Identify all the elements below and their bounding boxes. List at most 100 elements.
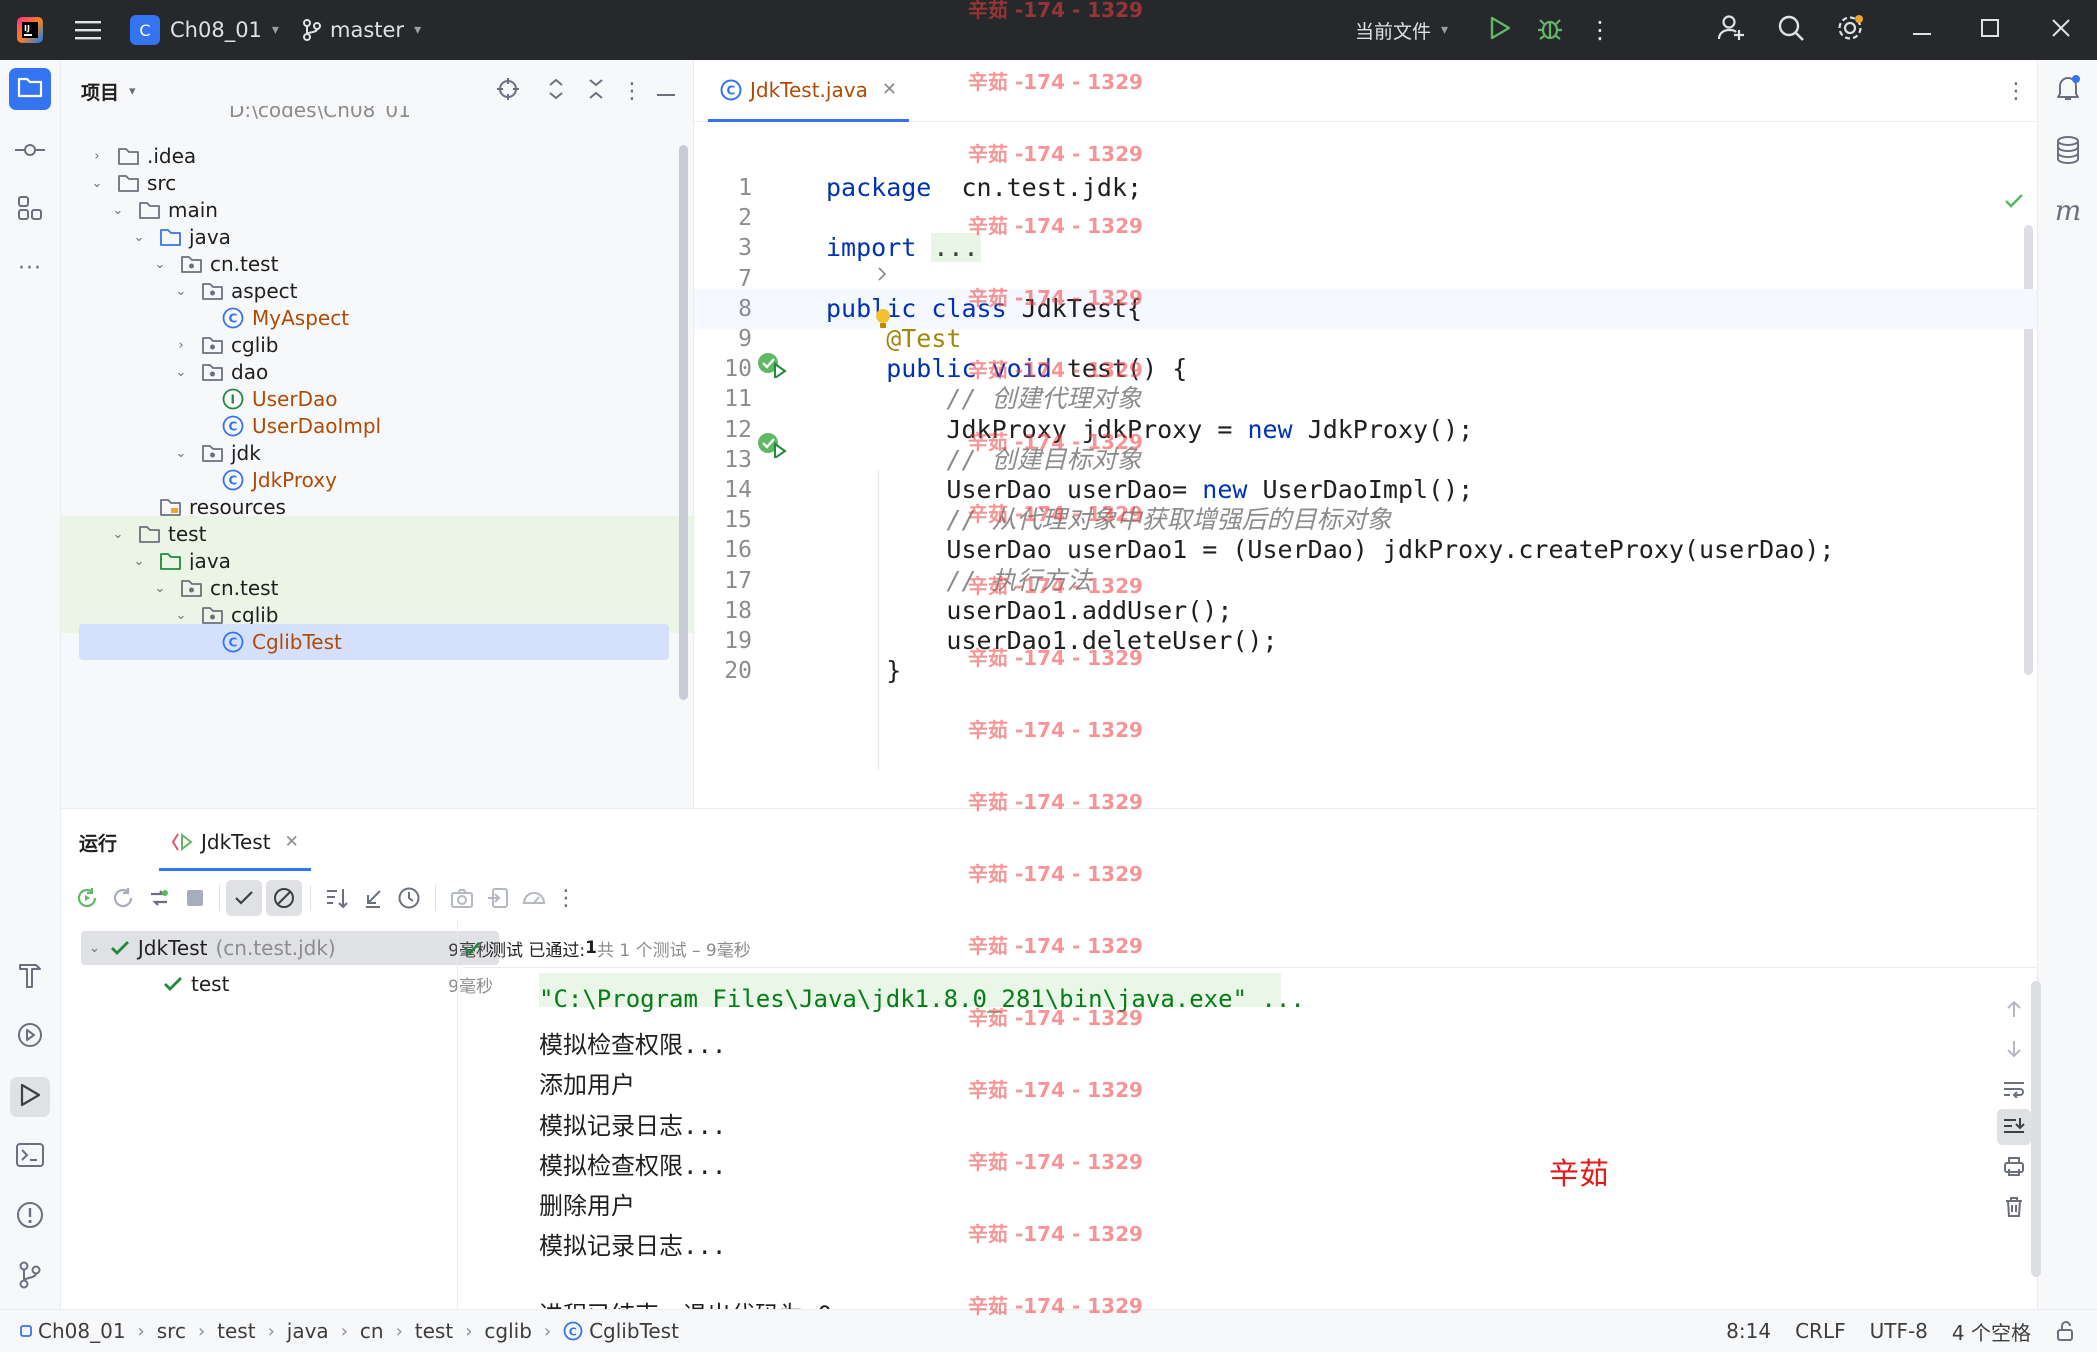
- breadcrumb-item[interactable]: cglib: [484, 1319, 532, 1343]
- package-icon: [201, 281, 223, 301]
- chevron-down-icon[interactable]: ⌄: [89, 176, 105, 191]
- print-icon[interactable]: [1997, 1145, 2031, 1187]
- file-encoding[interactable]: UTF-8: [1870, 1319, 1928, 1343]
- console-output[interactable]: "C:\Program Files\Java\jdk1.8.0_281\bin\…: [61, 809, 2037, 1311]
- maximize-button[interactable]: [1972, 12, 2008, 48]
- class-icon: C: [222, 469, 244, 491]
- arrow-up-icon[interactable]: [1997, 989, 2031, 1029]
- more-actions-button[interactable]: ⋮: [1586, 12, 1614, 48]
- problems-tool-button[interactable]: [10, 1197, 50, 1237]
- source-folder-icon: [159, 227, 181, 247]
- project-tool-button[interactable]: [9, 68, 51, 110]
- chevron-down-icon[interactable]: ⌄: [173, 608, 189, 623]
- package-icon: [201, 605, 223, 625]
- status-bar: Ch08_01 › src › test › java › cn › test › cglib › C Cgl…: [0, 1309, 2097, 1352]
- interface-icon: I: [222, 388, 244, 410]
- services-icon: [16, 1021, 44, 1054]
- main-menu-icon[interactable]: [70, 14, 106, 46]
- debug-button[interactable]: [1532, 12, 1568, 48]
- soft-wrap-icon[interactable]: [1997, 1069, 2031, 1109]
- author-mark: 辛茹: [1549, 1157, 1609, 1192]
- chevron-down-icon[interactable]: ⌄: [131, 230, 147, 245]
- svg-text:C: C: [569, 1326, 577, 1339]
- build-tool-button[interactable]: [10, 957, 50, 997]
- services-tool-button[interactable]: [10, 1017, 50, 1057]
- code-view[interactable]: 1 package cn.test.jdk; 2 3 import ... 7 8 publi…: [694, 60, 2037, 808]
- minimize-button[interactable]: [1904, 12, 1940, 48]
- package-icon: [180, 254, 202, 274]
- chevron-down-icon[interactable]: ⌄: [173, 284, 189, 299]
- svg-text:IJ: IJ: [24, 24, 30, 33]
- notifications-button[interactable]: [2048, 70, 2088, 110]
- chevron-right-icon[interactable]: ›: [173, 338, 189, 353]
- database-icon: [2056, 135, 2080, 169]
- run-class-gutter-icon[interactable]: [757, 352, 787, 383]
- run-config-selector[interactable]: 当前文件 ▾: [1355, 11, 1448, 49]
- scroll-to-end-icon[interactable]: [1997, 1109, 2031, 1145]
- terminal-tool-button[interactable]: [10, 1137, 50, 1177]
- close-window-button[interactable]: [2043, 12, 2079, 48]
- breadcrumb-item[interactable]: test: [217, 1319, 255, 1343]
- chevron-right-icon: ›: [395, 1320, 403, 1342]
- module-icon: [20, 1325, 32, 1337]
- tree-item[interactable]: C CglibTest: [79, 624, 669, 660]
- git-tool-button[interactable]: [10, 1257, 50, 1297]
- folder-icon: [17, 76, 43, 103]
- folded-import-toggle[interactable]: [876, 263, 888, 287]
- folder-icon: [117, 146, 139, 166]
- run-method-gutter-icon[interactable]: [757, 432, 787, 463]
- run-outline-icon: [19, 1083, 41, 1112]
- project-switcher[interactable]: C Ch08_01 ▾: [130, 11, 279, 49]
- breadcrumb-item[interactable]: test: [415, 1319, 453, 1343]
- app-logo-icon[interactable]: IJ: [14, 14, 46, 46]
- caret-position[interactable]: 8:14: [1726, 1319, 1771, 1343]
- commit-tool-button[interactable]: [10, 130, 50, 170]
- structure-tool-button[interactable]: [10, 190, 50, 230]
- breadcrumb-item[interactable]: Ch08_01: [38, 1319, 126, 1343]
- indent-setting[interactable]: 4 个空格: [1952, 1317, 2031, 1346]
- chevron-down-icon[interactable]: ⌄: [152, 581, 168, 596]
- branch-switcher[interactable]: master ▾: [302, 11, 421, 49]
- chevron-down-icon[interactable]: ⌄: [152, 257, 168, 272]
- console-line: 模拟检查权限...: [539, 1031, 727, 1060]
- settings-button[interactable]: [1832, 12, 1868, 48]
- chevron-down-icon[interactable]: ⌄: [173, 446, 189, 461]
- git-branch-icon: [18, 1261, 42, 1294]
- add-user-icon: [1717, 14, 1746, 47]
- chevron-down-icon[interactable]: ⌄: [110, 203, 126, 218]
- chevron-down-icon: ▾: [414, 22, 422, 38]
- add-user-button[interactable]: [1714, 12, 1750, 48]
- maven-tool-button[interactable]: m: [2048, 190, 2088, 230]
- breadcrumb: Ch08_01 › src › test › java › cn › test › cglib › C Cgl…: [20, 1319, 1726, 1343]
- unlock-icon[interactable]: [2055, 1321, 2075, 1341]
- chevron-right-icon: ›: [137, 1320, 145, 1342]
- lightbulb-icon[interactable]: [874, 308, 892, 337]
- project-name: Ch08_01: [170, 18, 262, 42]
- console-scrollbar[interactable]: [2031, 981, 2041, 1277]
- run-tool-button[interactable]: [10, 1077, 50, 1117]
- chevron-down-icon[interactable]: ⌄: [173, 365, 189, 380]
- database-tool-button[interactable]: [2048, 132, 2088, 172]
- arrow-down-icon[interactable]: [1997, 1029, 2031, 1069]
- more-vertical-icon: ⋮: [1588, 16, 1612, 44]
- git-branch-icon: [302, 19, 322, 41]
- tree-item-label: CglibTest: [252, 630, 342, 654]
- search-button[interactable]: [1773, 12, 1809, 48]
- chevron-down-icon[interactable]: ⌄: [110, 527, 126, 542]
- console-line: "C:\Program Files\Java\jdk1.8.0_281\bin\…: [539, 985, 1305, 1013]
- trash-icon[interactable]: [1997, 1187, 2031, 1227]
- line-separator[interactable]: CRLF: [1795, 1319, 1846, 1343]
- breadcrumb-item[interactable]: cn: [360, 1319, 384, 1343]
- chevron-down-icon[interactable]: ⌄: [131, 554, 147, 569]
- breadcrumb-item[interactable]: src: [157, 1319, 186, 1343]
- title-bar: IJ C Ch08_01 ▾ master ▾ 当前文件 ▾ ⋮: [0, 0, 2097, 60]
- more-tools-button[interactable]: ···: [10, 248, 50, 288]
- class-icon: C: [563, 1321, 583, 1341]
- breadcrumb-item[interactable]: CglibTest: [589, 1319, 679, 1343]
- maven-icon: m: [2054, 193, 2082, 227]
- tree-scrollbar[interactable]: [679, 145, 688, 700]
- run-button[interactable]: [1482, 12, 1518, 48]
- chevron-right-icon[interactable]: ›: [89, 149, 105, 164]
- indent-guide: [878, 470, 879, 770]
- breadcrumb-item[interactable]: java: [287, 1319, 329, 1343]
